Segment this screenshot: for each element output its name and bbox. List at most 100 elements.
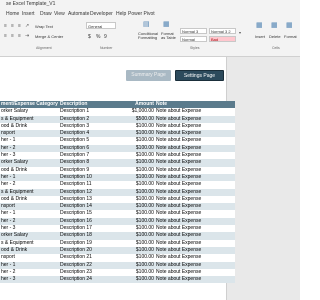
currency-button[interactable]: $ (88, 34, 91, 40)
menu-item-draw[interactable]: Draw (40, 11, 52, 17)
menu-item-developer[interactable]: Developer (90, 11, 113, 17)
cell-description[interactable]: Description 22 (58, 261, 130, 269)
styles-more-icon[interactable]: ▾ (239, 30, 241, 35)
menu-item-view[interactable]: View (54, 11, 65, 17)
cell-amount[interactable]: $100.00 (129, 210, 155, 218)
cell-description[interactable]: Description 13 (58, 195, 130, 204)
cell-amount[interactable]: $100.00 (129, 173, 155, 182)
cell-category[interactable]: s & Equipment (0, 115, 59, 123)
format-as-table-button[interactable]: Format as Table (161, 32, 176, 40)
cell-category[interactable]: nsport (0, 254, 59, 262)
number-format-select[interactable]: General (86, 22, 116, 29)
cell-category[interactable]: her - 3 (0, 225, 59, 233)
align-middle-icon[interactable]: ≡ (11, 24, 14, 29)
align-bottom-icon[interactable]: ≡ (18, 24, 21, 29)
cell-note[interactable]: Note about Expense (154, 115, 235, 123)
cell-amount[interactable]: $100.00 (129, 130, 155, 138)
cell-description[interactable]: Description 2 (58, 115, 130, 123)
cell-category[interactable]: her - 3 (0, 152, 59, 160)
cell-category[interactable]: her - 3 (0, 276, 59, 284)
cell-amount[interactable]: $100.00 (129, 137, 155, 145)
cell-description[interactable]: Description 24 (58, 276, 130, 284)
cell-note[interactable]: Note about Expense (154, 217, 235, 226)
cell-category[interactable]: ood & Drink (0, 122, 59, 131)
cell-description[interactable]: Description 19 (58, 239, 130, 247)
cell-category[interactable]: orker Salary (0, 232, 59, 240)
align-right-icon[interactable]: ≡ (18, 34, 21, 39)
cell-description[interactable]: Description 1 (58, 108, 130, 116)
cell-note[interactable]: Note about Expense (154, 246, 235, 255)
align-center-icon[interactable]: ≡ (11, 34, 14, 39)
summary-page-button[interactable]: Summary Page (126, 70, 171, 81)
cell-description[interactable]: Description 8 (58, 159, 130, 167)
delete-cells-button[interactable]: Delete (269, 34, 281, 39)
cell-description[interactable]: Description 4 (58, 130, 130, 138)
cell-amount[interactable]: $100.00 (129, 276, 155, 284)
cell-category[interactable]: her - 2 (0, 217, 59, 226)
cell-amount[interactable]: $100.00 (129, 152, 155, 160)
cell-amount[interactable]: $100.00 (129, 203, 155, 211)
cell-category[interactable]: nsport (0, 130, 59, 138)
cell-description[interactable]: Description 3 (58, 122, 130, 131)
cell-category[interactable]: her - 1 (0, 210, 59, 218)
align-top-icon[interactable]: ≡ (4, 24, 7, 29)
cell-note[interactable]: Note about Expense (154, 210, 235, 218)
menu-item-help[interactable]: Help (116, 11, 126, 17)
cell-category[interactable]: her - 2 (0, 144, 59, 153)
style-normal-3-2[interactable]: Normal 3 2 (209, 28, 236, 34)
wrap-text-button[interactable]: Wrap Text (35, 24, 53, 29)
cell-note[interactable]: Note about Expense (154, 144, 235, 153)
cell-category[interactable]: orker Salary (0, 108, 59, 116)
cell-note[interactable]: Note about Expense (154, 232, 235, 240)
format-cells-icon[interactable]: ▦ (286, 22, 293, 29)
insert-cells-icon[interactable]: ▦ (256, 22, 263, 29)
conditional-formatting-icon[interactable]: ▤ (143, 21, 150, 28)
cell-amount[interactable]: $100.00 (129, 181, 155, 189)
settings-page-button[interactable]: Settings Page (175, 70, 224, 81)
cell-description[interactable]: Description 17 (58, 225, 130, 233)
cell-note[interactable]: Note about Expense (154, 166, 235, 174)
cell-amount[interactable]: $100.00 (129, 195, 155, 204)
cell-note[interactable]: Note about Expense (154, 108, 235, 116)
cell-category[interactable]: ood & Drink (0, 195, 59, 204)
cell-amount[interactable]: $1,000.00 (129, 108, 155, 116)
cell-category[interactable]: s & Equipment (0, 188, 59, 196)
cell-description[interactable]: Description 23 (58, 268, 130, 277)
cell-note[interactable]: Note about Expense (154, 130, 235, 138)
cell-amount[interactable]: $100.00 (129, 232, 155, 240)
cell-amount[interactable]: $100.00 (129, 159, 155, 167)
cell-note[interactable]: Note about Expense (154, 188, 235, 196)
cell-category[interactable]: orker Salary (0, 159, 59, 167)
cell-note[interactable]: Note about Expense (154, 181, 235, 189)
cell-description[interactable]: Description 5 (58, 137, 130, 145)
cell-category[interactable]: her - 1 (0, 137, 59, 145)
cell-description[interactable]: Description 9 (58, 166, 130, 174)
cell-category[interactable]: s & Equipment (0, 239, 59, 247)
cell-category[interactable]: ood & Drink (0, 246, 59, 255)
conditional-formatting-button[interactable]: Conditional Formatting (138, 32, 158, 40)
style-bad[interactable]: Bad (209, 36, 236, 42)
cell-note[interactable]: Note about Expense (154, 254, 235, 262)
indent-icon[interactable]: ⇥ (25, 34, 29, 39)
cell-amount[interactable]: $100.00 (129, 225, 155, 233)
cell-amount[interactable]: $100.00 (129, 217, 155, 226)
cell-note[interactable]: Note about Expense (154, 239, 235, 247)
cell-amount[interactable]: $100.00 (129, 246, 155, 255)
cell-amount[interactable]: $100.00 (129, 268, 155, 277)
cell-description[interactable]: Description 21 (58, 254, 130, 262)
cell-note[interactable]: Note about Expense (154, 159, 235, 167)
cell-description[interactable]: Description 16 (58, 217, 130, 226)
cell-note[interactable]: Note about Expense (154, 122, 235, 131)
cell-category[interactable]: her - 1 (0, 261, 59, 269)
cell-category[interactable]: nsport (0, 203, 59, 211)
cell-note[interactable]: Note about Expense (154, 137, 235, 145)
menu-item-home[interactable]: Home (6, 11, 19, 17)
cell-category[interactable]: her - 2 (0, 181, 59, 189)
comma-button[interactable]: 9 (104, 34, 107, 40)
cell-category[interactable]: her - 1 (0, 173, 59, 182)
cell-description[interactable]: Description 15 (58, 210, 130, 218)
cell-category[interactable]: ood & Drink (0, 166, 59, 174)
percent-button[interactable]: % (96, 34, 100, 40)
cell-amount[interactable]: $100.00 (129, 254, 155, 262)
cell-note[interactable]: Note about Expense (154, 173, 235, 182)
